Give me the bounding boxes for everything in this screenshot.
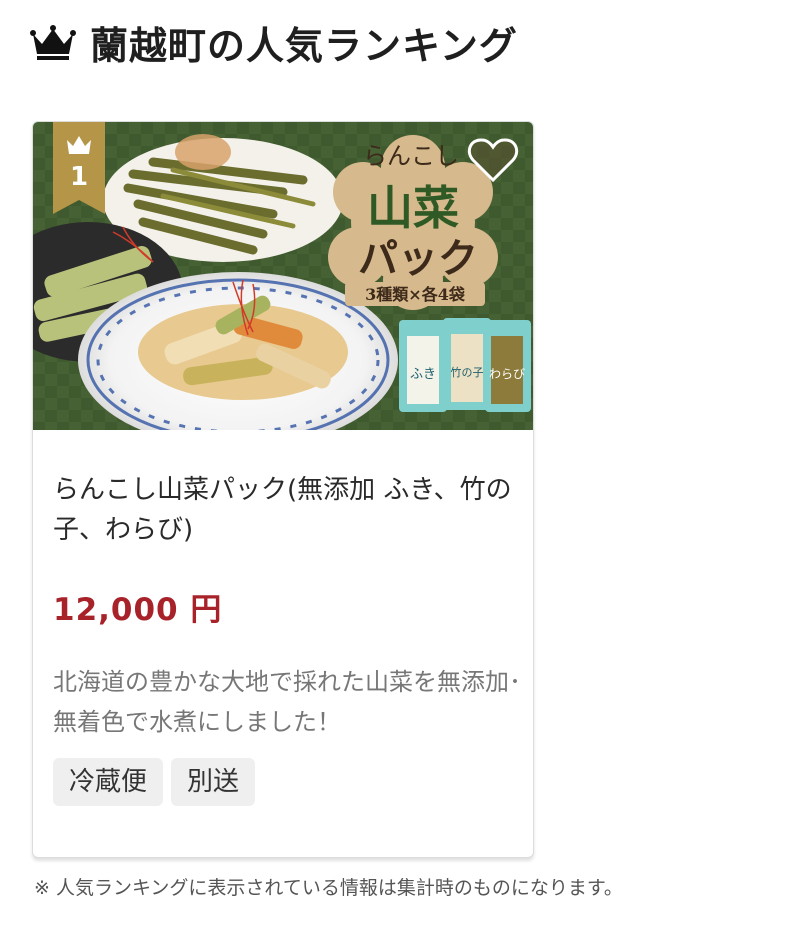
ranking-title: 蘭越町の人気ランキング	[90, 23, 518, 68]
svg-text:パック: パック	[358, 235, 478, 282]
svg-text:ふき: ふき	[410, 367, 436, 382]
product-tags: 冷蔵便 別送	[53, 758, 256, 806]
tag-separate-shipping: 別送	[171, 758, 256, 806]
product-price: 12,000 円	[53, 592, 223, 628]
product-title[interactable]: らんこし山菜パック(無添加 ふき、竹の子、わらび)	[53, 470, 513, 550]
svg-text:竹の子: 竹の子	[451, 365, 484, 379]
ranking-footnote: ※ 人気ランキングに表示されている情報は集計時のものになります。	[34, 877, 623, 899]
tag-refrigerated: 冷蔵便	[53, 758, 164, 806]
product-card[interactable]: らんこし 山菜 パック 3種類×各4袋 ふき 竹の子 わらび 1 らんこし山菜パ…	[32, 121, 534, 858]
product-description: 北海道の豊かな大地で採れた山菜を無添加･無着色で水煮にしました！	[53, 668, 521, 736]
svg-text:わらび: わらび	[489, 367, 525, 381]
product-image[interactable]: らんこし 山菜 パック 3種類×各4袋 ふき 竹の子 わらび	[33, 122, 533, 430]
svg-text:3種類×各4袋: 3種類×各4袋	[365, 285, 466, 304]
rank-number: 1	[69, 162, 89, 192]
ranking-header: 蘭越町の人気ランキング	[30, 14, 518, 70]
crown-icon	[30, 25, 76, 60]
svg-text:山菜: 山菜	[367, 181, 459, 235]
heart-icon	[467, 138, 519, 183]
svg-text:らんこし: らんこし	[363, 142, 459, 170]
rank-badge: 1	[53, 122, 105, 214]
favorite-button[interactable]	[467, 136, 519, 184]
